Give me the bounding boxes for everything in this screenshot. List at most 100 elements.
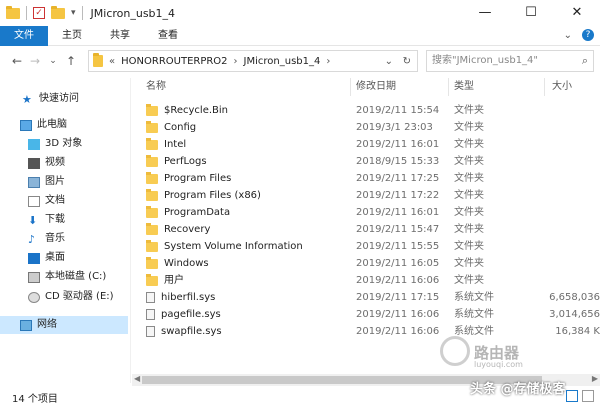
file-name: Windows [164,258,209,269]
column-divider[interactable] [350,78,351,96]
window-title: JMicron_usb1_4 [90,6,176,20]
recent-locations-button[interactable]: ⌄ [44,56,62,66]
download-icon: ⬇ [28,213,38,227]
minimize-button[interactable]: — [462,0,508,26]
sidebar-item-pictures[interactable]: 图片 [28,173,65,191]
refresh-icon[interactable]: ↻ [403,56,411,67]
navigation-pane: ★ 快速访问 此电脑 3D 对象 视频 图片 文档 ⬇ 下载 ♪ 音乐 桌面 本… [0,78,130,383]
file-name: hiberfil.sys [161,292,216,303]
ribbon-controls: ⌄ ? [564,29,594,41]
system-file-icon [146,292,155,303]
sidebar-item-3d-objects[interactable]: 3D 对象 [28,135,82,153]
sidebar-item-desktop[interactable]: 桌面 [28,249,65,267]
table-row[interactable]: Windows 2019/2/11 16:05 文件夹 [138,255,600,272]
window-controls: — ☐ ✕ [462,0,600,26]
column-divider[interactable] [448,78,449,96]
table-row[interactable]: Program Files (x86) 2019/2/11 17:22 文件夹 [138,187,600,204]
file-name: 用户 [164,275,184,286]
sidebar-item-videos[interactable]: 视频 [28,154,65,172]
table-row[interactable]: pagefile.sys 2019/2/11 16:06 系统文件 3,014,… [138,306,600,323]
file-name: $Recycle.Bin [164,105,229,116]
breadcrumb-segment[interactable]: HONORROUTERPRO2 [121,56,227,67]
overflow-chevron[interactable]: « [109,56,115,67]
table-row[interactable]: Intel 2019/2/11 16:01 文件夹 [138,136,600,153]
properties-icon[interactable]: ✓ [33,7,45,19]
file-type: 文件夹 [454,105,484,116]
pc-icon [20,119,32,131]
breadcrumb-segment[interactable]: JMicron_usb1_4 [244,56,321,67]
pictures-icon [28,176,40,188]
address-dropdown-icon[interactable]: ⌄ [385,56,393,67]
sidebar-item-music[interactable]: ♪ 音乐 [28,230,65,248]
watermark-credit: 头条 @存储极客 [470,382,566,397]
column-header-type[interactable]: 类型 [454,78,474,96]
column-header-size[interactable]: 大小 [552,78,572,96]
customize-toolbar-icon[interactable]: ▾ [71,8,76,18]
search-input[interactable]: 搜索"JMicron_usb1_4" ⌕ [426,50,594,72]
sidebar-item-cd-drive-e[interactable]: CD 驱动器 (E:) [28,288,114,306]
table-row[interactable]: Program Files 2019/2/11 17:25 文件夹 [138,170,600,187]
table-row[interactable]: $Recycle.Bin 2019/2/11 15:54 文件夹 [138,102,600,119]
file-date: 2019/2/11 15:47 [356,224,440,235]
expand-ribbon-icon[interactable]: ⌄ [564,30,572,41]
table-row[interactable]: PerfLogs 2018/9/15 15:33 文件夹 [138,153,600,170]
sidebar-item-downloads[interactable]: ⬇ 下载 [28,211,65,229]
table-row[interactable]: ProgramData 2019/2/11 16:01 文件夹 [138,204,600,221]
table-row[interactable]: 用户 2019/2/11 16:06 文件夹 [138,272,600,289]
table-row[interactable]: Config 2019/3/1 23:03 文件夹 [138,119,600,136]
network-icon [20,319,32,331]
column-divider[interactable] [544,78,545,96]
folder-icon [146,137,158,150]
sidebar-item-label: 快速访问 [39,93,79,104]
sidebar-item-label: 桌面 [45,252,65,263]
up-button[interactable]: ↑ [62,54,80,68]
table-row[interactable]: System Volume Information 2019/2/11 15:5… [138,238,600,255]
help-icon[interactable]: ? [582,29,594,41]
sidebar-item-label: 本地磁盘 (C:) [45,271,107,282]
view-toggle [566,390,594,402]
sidebar-item-this-pc[interactable]: 此电脑 [20,116,67,134]
item-count: 14 个项目 [12,394,58,405]
sidebar-item-label: 网络 [37,319,57,330]
sidebar-item-network[interactable]: 网络 [0,316,128,334]
sidebar-item-local-disk-c[interactable]: 本地磁盘 (C:) [28,268,106,286]
address-bar[interactable]: « HONORROUTERPRO2 › JMicron_usb1_4 › ⌄ ↻ [88,50,418,72]
file-date: 2019/2/11 16:06 [356,326,440,337]
forward-button[interactable]: → [26,54,44,68]
table-row[interactable]: Recovery 2019/2/11 15:47 文件夹 [138,221,600,238]
details-view-icon[interactable] [566,390,578,402]
table-row[interactable]: swapfile.sys 2019/2/11 16:06 系统文件 16,384… [138,323,600,340]
column-header-date[interactable]: 修改日期 [356,78,396,96]
file-size: 6,658,036 [549,292,600,303]
file-name: Config [164,122,197,133]
tab-share[interactable]: 共享 [96,26,144,46]
file-type: 文件夹 [454,190,484,201]
file-type: 文件夹 [454,258,484,269]
tab-view[interactable]: 查看 [144,26,192,46]
search-icon[interactable]: ⌕ [582,51,588,71]
file-type: 文件夹 [454,275,484,286]
video-icon [28,157,40,169]
table-row[interactable]: hiberfil.sys 2019/2/11 17:15 系统文件 6,658,… [138,289,600,306]
close-button[interactable]: ✕ [554,0,600,26]
sidebar-item-documents[interactable]: 文档 [28,192,65,210]
scroll-left-icon[interactable]: ◀ [134,374,140,383]
tab-file[interactable]: 文件 [0,25,48,46]
new-folder-icon[interactable] [51,5,65,19]
breadcrumb-separator[interactable]: › [326,56,330,67]
file-name: ProgramData [164,207,231,218]
back-button[interactable]: ← [8,54,26,68]
sidebar-item-label: 图片 [45,176,65,187]
ribbon-tabs: 文件 主页 共享 查看 ⌄ ? [0,25,600,46]
file-size: 3,014,656 [549,309,600,320]
column-header-name[interactable]: 名称 [146,78,166,96]
large-icons-view-icon[interactable] [582,390,594,402]
folder-icon [146,188,158,201]
breadcrumb-separator[interactable]: › [234,56,238,67]
maximize-button[interactable]: ☐ [508,0,554,26]
file-type: 系统文件 [454,309,494,320]
scroll-right-icon[interactable]: ▶ [592,374,598,383]
tab-home[interactable]: 主页 [48,26,96,46]
sidebar-item-quick-access[interactable]: ★ 快速访问 [22,90,79,108]
pane-divider[interactable] [130,78,131,383]
